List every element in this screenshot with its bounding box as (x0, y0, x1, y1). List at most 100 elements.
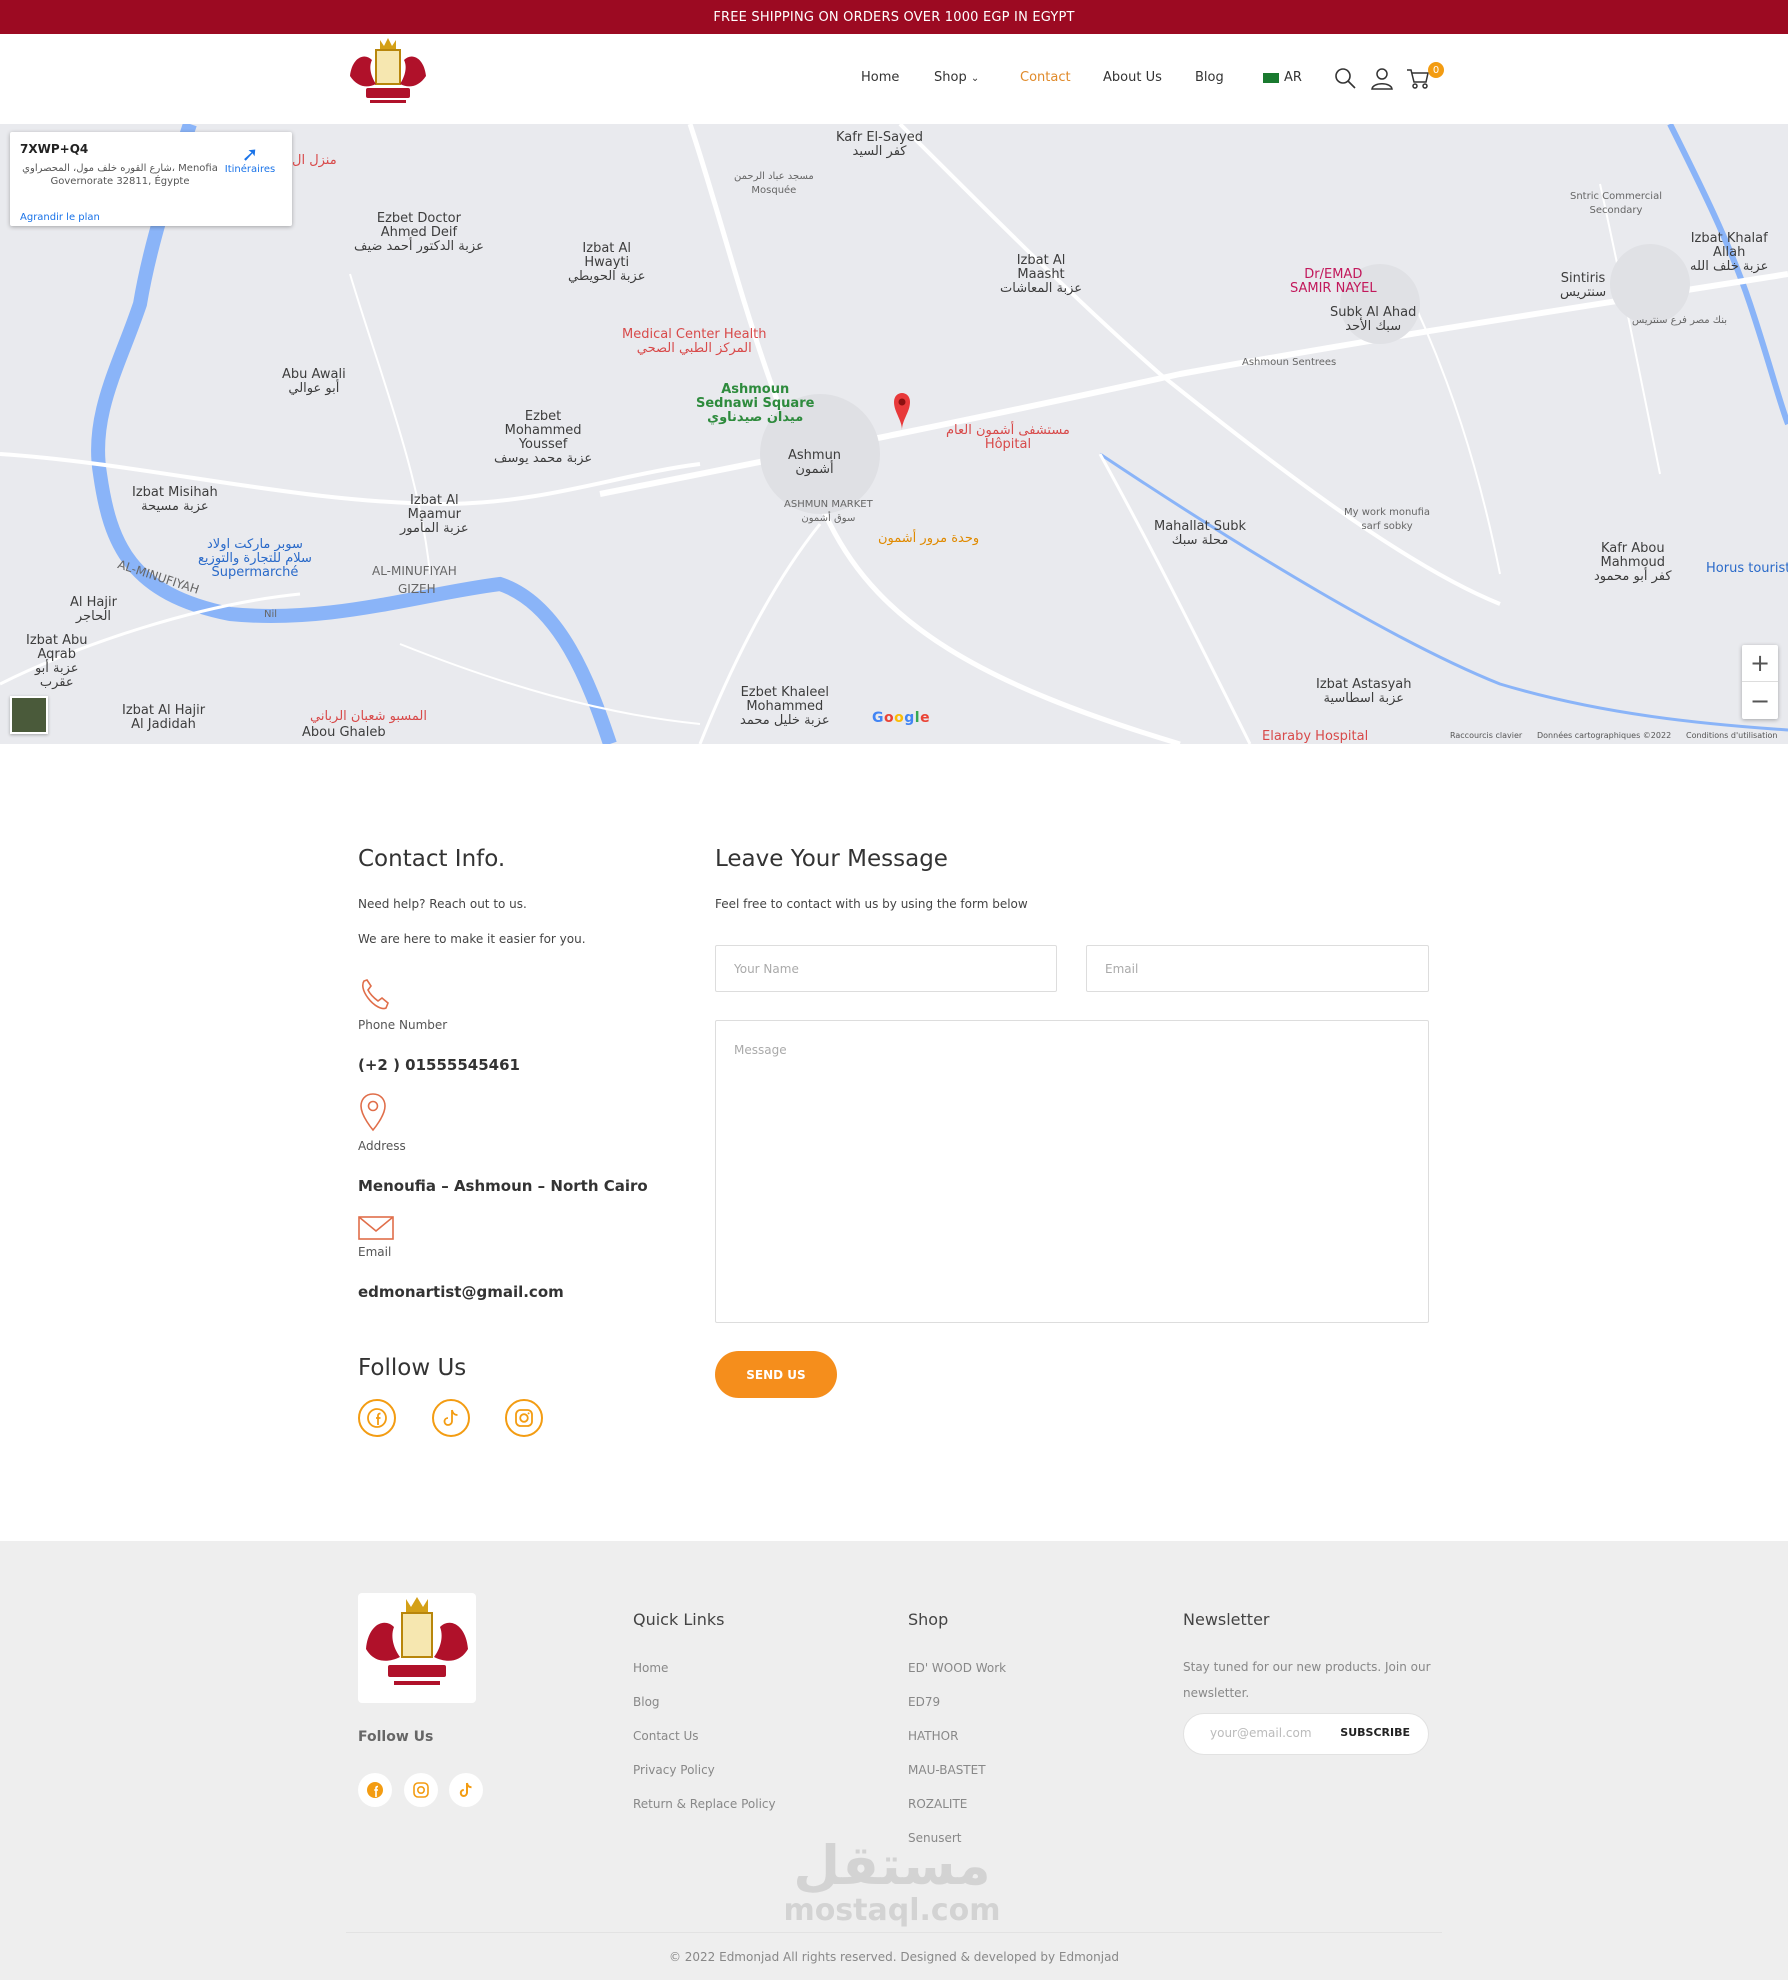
message-textarea[interactable] (715, 1020, 1429, 1323)
map-label: بنك مصر فرع سنتريس (1632, 315, 1728, 326)
map-label: سوبر ماركت اولاد سلام للتجارة والتوزيع Sup… (198, 537, 312, 580)
enlarge-map-link[interactable]: Agrandir le plan (20, 212, 100, 223)
user-icon[interactable] (1370, 66, 1394, 90)
language-switch[interactable]: AR (1263, 70, 1302, 85)
location-map[interactable]: 7XWP+Q4 شارع القوره خلف مول، المحصراوي، … (0, 124, 1788, 744)
footer-link-privacy[interactable]: Privacy Policy (633, 1763, 715, 1777)
shop-link[interactable]: ED79 (908, 1695, 940, 1709)
map-label: مسجد عباد الرحمن Mosquée (734, 171, 814, 196)
footer-link-blog[interactable]: Blog (633, 1695, 660, 1709)
map-zoom-controls: + − (1742, 645, 1778, 719)
map-label: Kafr El-Sayed كفر السيد (836, 130, 923, 159)
map-label: Izbat Al Maasht عزبة المعاشات (1000, 253, 1083, 296)
quick-links-title: Quick Links (633, 1610, 725, 1629)
map-label: Medical Center Health المركز الطبي الصحي (622, 327, 767, 356)
message-form-subtitle: Feel free to contact with us by using th… (715, 897, 1028, 911)
instagram-icon[interactable] (404, 1773, 438, 1807)
map-label: Ashmoun Sednawi Square ميدان صيدناوي (696, 382, 815, 425)
map-label: Ashmoun Sentrees (1242, 357, 1337, 368)
map-label: Elaraby Hospital (1262, 729, 1369, 744)
email-input[interactable] (1086, 945, 1429, 992)
footer-link-return-policy[interactable]: Return & Replace Policy (633, 1797, 776, 1811)
directions-label: Itinéraires (224, 164, 276, 175)
keyboard-shortcuts-link[interactable]: Raccourcis clavier (1450, 731, 1522, 740)
footer-link-home[interactable]: Home (633, 1661, 668, 1675)
nav-home[interactable]: Home (861, 70, 899, 85)
search-icon[interactable] (1333, 66, 1357, 90)
newsletter-title: Newsletter (1183, 1610, 1270, 1629)
tiktok-icon[interactable] (449, 1773, 483, 1807)
map-label: Mahallat Subk محلة سبك (1154, 519, 1247, 548)
map-label: Ezbet Doctor Ahmed Deif عزبة الدكتور أحمد … (354, 211, 484, 254)
chevron-down-icon: ⌄ (970, 73, 980, 84)
facebook-icon[interactable] (358, 1399, 396, 1437)
satellite-view-toggle[interactable] (10, 696, 48, 734)
newsletter-email-input[interactable] (1210, 1726, 1340, 1740)
map-data-credit: Données cartographiques ©2022 (1537, 731, 1672, 740)
brand-logo[interactable] (346, 36, 430, 112)
nav-about-us[interactable]: About Us (1103, 70, 1162, 85)
copyright-text: © 2022 Edmonjad All rights reserved. Des… (668, 1950, 1120, 1964)
name-input[interactable] (715, 945, 1057, 992)
nav-contact[interactable]: Contact (1020, 70, 1071, 85)
phone-label: Phone Number (358, 1018, 448, 1032)
shop-link[interactable]: ROZALITE (908, 1797, 967, 1811)
watermark: مستقل mostaql.com (782, 1836, 1002, 1926)
contact-info-line-2: We are here to make it easier for you. (358, 932, 586, 946)
google-logo: Google (872, 710, 931, 726)
map-label: My work monufia sarf sobky (1344, 507, 1431, 532)
contact-info-line-1: Need help? Reach out to us. (358, 897, 527, 911)
shop-link[interactable]: HATHOR (908, 1729, 958, 1743)
map-label: Kafr Abou Mahmoud كفر أبو محمود (1594, 541, 1672, 584)
map-terms-link[interactable]: Conditions d'utilisation (1686, 731, 1777, 740)
envelope-icon (358, 1216, 394, 1244)
place-address: شارع القوره خلف مول، المحصراوي، Menofia … (22, 163, 218, 187)
announcement-bar: FREE SHIPPING ON ORDERS OVER 1000 EGP IN… (0, 0, 1788, 34)
directions-button[interactable]: ➚ Itinéraires (220, 144, 280, 175)
subscribe-button[interactable]: SUBSCRIBE (1340, 1726, 1410, 1739)
shop-title: Shop (908, 1610, 949, 1629)
phone-value[interactable]: (+2 ) 01555545461 (358, 1056, 520, 1074)
map-label: Nil (264, 609, 278, 620)
watermark-latin: mostaql.com (783, 1893, 1001, 1928)
footer-brand-logo[interactable] (358, 1593, 476, 1703)
map-label: Abou Ghaleb (302, 725, 386, 740)
address-value: Menoufia – Ashmoun – North Cairo (358, 1177, 648, 1195)
map-label: Ashmun أشمون (788, 448, 842, 477)
announcement-text: FREE SHIPPING ON ORDERS OVER 1000 EGP IN… (713, 9, 1075, 25)
saudi-flag-icon (1263, 72, 1279, 83)
watermark-arabic: مستقل (793, 1834, 991, 1897)
zoom-in-button[interactable]: + (1742, 645, 1778, 682)
map-label: Izbat Al Hwayti عزبة الحويطي (568, 241, 646, 284)
map-label: Abu Awali أبو عوالي (282, 367, 346, 396)
map-label: Izbat Khalaf Allah عزبة خلف الله (1690, 231, 1769, 274)
follow-us-title: Follow Us (358, 1355, 467, 1381)
send-button[interactable]: SEND US (715, 1351, 837, 1398)
zoom-out-button[interactable]: − (1742, 682, 1778, 719)
contact-info-title: Contact Info. (358, 846, 506, 872)
map-label: Horus tourist (1706, 561, 1788, 576)
map-label: Izbat Al Hajir Al Jadidah (122, 703, 206, 732)
directions-icon: ➚ (241, 142, 259, 166)
nav-shop[interactable]: Shop ⌄ (934, 70, 979, 85)
footer-divider (346, 1932, 1442, 1933)
nav-shop-label: Shop (934, 70, 967, 85)
map-label: Ezbet Mohammed Youssef عزبة محمد يوسف (494, 409, 593, 466)
map-label: Al Hajir الحاجر (70, 595, 117, 624)
nav-blog[interactable]: Blog (1195, 70, 1224, 85)
map-label: Sntric Commercial Secondary (1570, 191, 1662, 216)
map-place-card: 7XWP+Q4 شارع القوره خلف مول، المحصراوي، … (10, 132, 292, 226)
tiktok-icon[interactable] (432, 1399, 470, 1437)
facebook-icon[interactable] (358, 1773, 392, 1807)
map-label: ASHMUN MARKET سوق أشمون (784, 499, 873, 524)
map-label: Ezbet Khaleel Mohammed عزبة خليل محمد (740, 685, 830, 728)
footer-link-contact[interactable]: Contact Us (633, 1729, 699, 1743)
instagram-icon[interactable] (505, 1399, 543, 1437)
shop-link[interactable]: MAU-BASTET (908, 1763, 986, 1777)
phone-icon (358, 978, 392, 1016)
shop-link[interactable]: ED' WOOD Work (908, 1661, 1006, 1675)
email-value[interactable]: edmonartist@gmail.com (358, 1283, 564, 1301)
map-label: Izbat Abu Aqrab عزبة أبو عقرب (26, 633, 88, 690)
cart-icon[interactable] (1406, 66, 1430, 90)
newsletter-text: Stay tuned for our new products. Join ou… (1183, 1660, 1431, 1700)
